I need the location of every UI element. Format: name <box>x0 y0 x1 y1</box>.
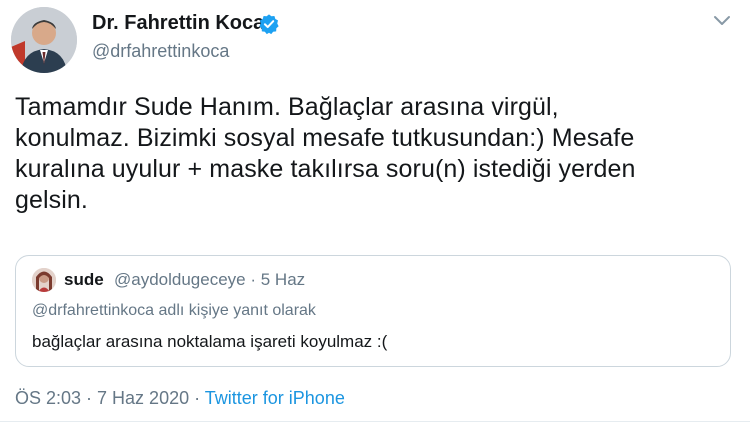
tweet-text: Tamamdır Sude Hanım. Bağlaçlar arasına v… <box>15 92 737 216</box>
quoted-tweet-card[interactable]: sude @aydoldugeceye · 5 Haz @drfahrettin… <box>15 255 731 367</box>
tweet-timestamp[interactable]: ÖS 2:03 · 7 Haz 2020 · <box>15 388 205 408</box>
verified-badge-icon <box>259 14 279 35</box>
quoted-tweet-text: bağlaçlar arasına noktalama işareti koyu… <box>32 332 388 351</box>
chevron-down-icon[interactable] <box>713 15 731 27</box>
tweet: Dr. Fahrettin Koca @drfahrettinkoca Tama… <box>0 0 750 430</box>
quoted-reply-context: @drfahrettinkoca adlı kişiye yanıt olara… <box>32 302 316 319</box>
author-avatar[interactable] <box>11 7 77 73</box>
quoted-author-avatar-image <box>32 268 56 292</box>
tweet-text-line: gelsin. <box>15 186 88 214</box>
tweet-footer: ÖS 2:03 · 7 Haz 2020 · Twitter for iPhon… <box>15 388 345 409</box>
author-avatar-image <box>11 7 77 73</box>
tweet-text-line: konulmaz. Bizimki sosyal mesafe tutkusun… <box>15 124 635 152</box>
quoted-author-name: sude <box>64 270 104 289</box>
tweet-text-line: kuralına uyulur + maske takılırsa soru(n… <box>15 155 636 183</box>
divider <box>0 421 750 422</box>
tweet-source-link[interactable]: Twitter for iPhone <box>205 388 345 408</box>
quoted-tweet-meta: @aydoldugeceye · 5 Haz <box>114 270 306 289</box>
tweet-text-line: Tamamdır Sude Hanım. Bağlaçlar arasına v… <box>15 93 559 121</box>
quoted-author-avatar <box>32 268 56 292</box>
author-handle[interactable]: @drfahrettinkoca <box>92 41 229 62</box>
author-display-name[interactable]: Dr. Fahrettin Koca <box>92 12 264 35</box>
